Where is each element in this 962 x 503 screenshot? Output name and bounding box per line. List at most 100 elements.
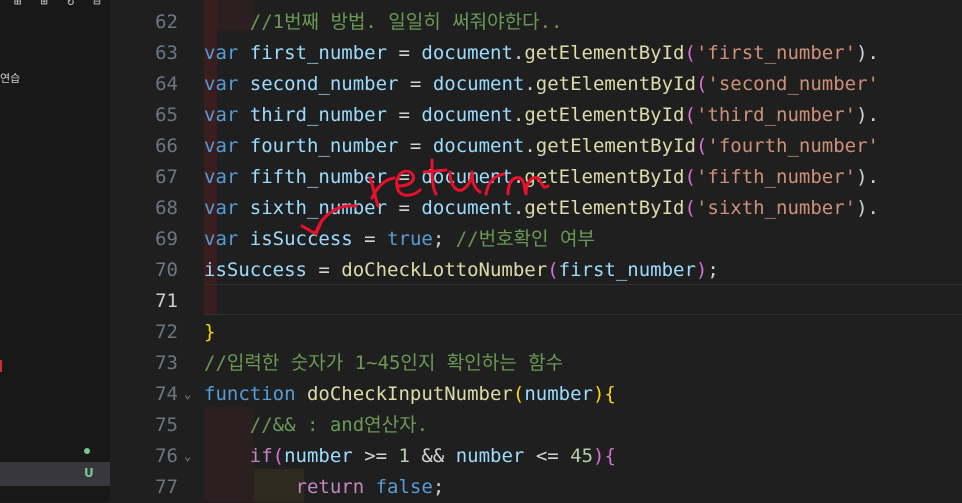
- code-token: =: [364, 228, 388, 250]
- code-token: //&& : and연산자.: [204, 414, 429, 436]
- code-line[interactable]: 72}: [110, 317, 962, 348]
- code-token: document: [432, 73, 525, 95]
- code-token: .: [512, 42, 525, 64]
- code-text: }: [204, 317, 215, 348]
- line-number: 72: [155, 321, 178, 343]
- code-line[interactable]: 69 var isSuccess = true; //번호확인 여부: [110, 224, 962, 255]
- code-token: var: [204, 135, 239, 157]
- code-token: if: [249, 445, 273, 467]
- code-token: ).: [856, 197, 879, 219]
- code-token: 'fourth_number': [707, 135, 879, 157]
- code-token: first_number: [558, 259, 696, 281]
- code-text: isSuccess = doCheckLottoNumber(first_num…: [204, 255, 719, 286]
- code-token: document: [432, 135, 525, 157]
- code-token: ): [695, 259, 708, 281]
- code-token: =: [318, 259, 342, 281]
- line-number: 71: [155, 290, 178, 312]
- line-number: 63: [155, 42, 178, 64]
- code-text: var fifth_number = document.getElementBy…: [204, 162, 879, 193]
- code-line[interactable]: 62 //1번째 방법. 일일히 써줘야한다..: [110, 7, 962, 38]
- code-token: ;: [432, 476, 445, 498]
- code-token: getElementById: [535, 135, 696, 157]
- code-text: var sixth_number = document.getElementBy…: [204, 193, 879, 224]
- code-token: ): [593, 445, 605, 467]
- code-token: ).: [856, 42, 879, 64]
- code-token: .: [512, 104, 525, 126]
- code-text: var third_number = document.getElementBy…: [204, 100, 879, 131]
- code-token: }: [204, 321, 216, 343]
- code-token: //번호확인 여부: [455, 228, 595, 250]
- code-token: =: [409, 73, 433, 95]
- code-text: //1번째 방법. 일일히 써줘야한다..: [204, 7, 563, 38]
- code-token: false: [375, 476, 433, 498]
- code-token: var: [204, 73, 239, 95]
- code-token: 'fifth_number': [695, 166, 857, 188]
- explorer-toolbar-icons[interactable]: ⊞ ⊞ ↻ ⊟: [14, 0, 107, 8]
- code-token: (: [547, 259, 559, 281]
- code-token: 1: [398, 445, 410, 467]
- code-text: return false;: [204, 472, 445, 503]
- line-number: 75: [155, 414, 178, 436]
- line-number: 65: [155, 104, 178, 126]
- code-token: (: [695, 73, 708, 95]
- code-line[interactable]: 73 //입력한 숫자가 1~45인지 확인하는 함수: [110, 348, 962, 379]
- line-number: 62: [155, 11, 178, 33]
- code-token: fifth_number: [238, 166, 399, 188]
- line-number: 66: [155, 135, 178, 157]
- code-line[interactable]: 63 var first_number = document.getElement…: [110, 38, 962, 69]
- fold-chevron-icon[interactable]: ⌄: [184, 379, 191, 410]
- code-token: document: [421, 197, 513, 219]
- code-token: document: [421, 42, 513, 64]
- code-text: var second_number = document.getElementB…: [204, 69, 879, 100]
- code-token: 'second_number': [707, 73, 879, 95]
- code-token: 45: [570, 445, 594, 467]
- code-line[interactable]: 76 ⌄ if(number >= 1 && number <= 45){: [110, 441, 962, 472]
- code-token: getElementById: [524, 166, 685, 188]
- code-token: .: [512, 166, 525, 188]
- code-line[interactable]: 70 isSuccess = doCheckLottoNumber(first_n…: [110, 255, 962, 286]
- code-token: .: [512, 197, 525, 219]
- code-line[interactable]: 77 return false;: [110, 472, 962, 503]
- code-editor[interactable]: 62 //1번째 방법. 일일히 써줘야한다.. 63 var first_numb…: [110, 0, 962, 502]
- code-token: getElementById: [524, 104, 685, 126]
- code-token: (: [684, 42, 696, 64]
- code-token: >=: [352, 445, 399, 467]
- code-token: fourth_number: [238, 135, 410, 157]
- code-line[interactable]: 71: [110, 286, 962, 317]
- code-token: =: [398, 104, 422, 126]
- code-token: =: [409, 135, 433, 157]
- code-token: =: [398, 42, 422, 64]
- line-number: 64: [155, 73, 178, 95]
- code-line[interactable]: 66 var fourth_number = document.getElemen…: [110, 131, 962, 162]
- code-token: {: [604, 445, 616, 467]
- code-token: doCheckLottoNumber: [341, 259, 548, 281]
- code-token: .: [524, 73, 536, 95]
- code-token: 'sixth_number': [695, 197, 857, 219]
- code-token: ).: [856, 166, 879, 188]
- code-text: var fourth_number = document.getElementB…: [204, 131, 879, 162]
- code-token: var: [204, 197, 239, 219]
- code-token: //1번째 방법. 일일히 써줘야한다..: [204, 11, 563, 33]
- code-token: ;: [432, 228, 456, 250]
- code-text: //&& : and연산자.: [204, 410, 428, 441]
- code-token: isSuccess: [238, 228, 365, 250]
- fold-chevron-icon[interactable]: ⌄: [184, 441, 191, 472]
- code-token: <=: [524, 445, 571, 467]
- code-token: =: [398, 166, 422, 188]
- code-token: .: [524, 135, 536, 157]
- code-token: 'first_number': [695, 42, 857, 64]
- line-number: 74: [155, 383, 178, 405]
- code-token: number: [455, 445, 525, 467]
- code-line[interactable]: 74 ⌄ function doCheckInputNumber(number){: [110, 379, 962, 410]
- code-token: &&: [409, 445, 456, 467]
- code-line[interactable]: 64 var second_number = document.getElemen…: [110, 69, 962, 100]
- code-line[interactable]: 75 //&& : and연산자.: [110, 410, 962, 441]
- explorer-item-label[interactable]: 연습: [0, 70, 20, 86]
- code-line[interactable]: 68 var sixth_number = document.getElement…: [110, 193, 962, 224]
- code-line[interactable]: 65 var third_number = document.getElement…: [110, 100, 962, 131]
- line-number: 70: [155, 259, 178, 281]
- code-line[interactable]: 67 var fifth_number = document.getElement…: [110, 162, 962, 193]
- code-text: var first_number = document.getElementBy…: [204, 38, 879, 69]
